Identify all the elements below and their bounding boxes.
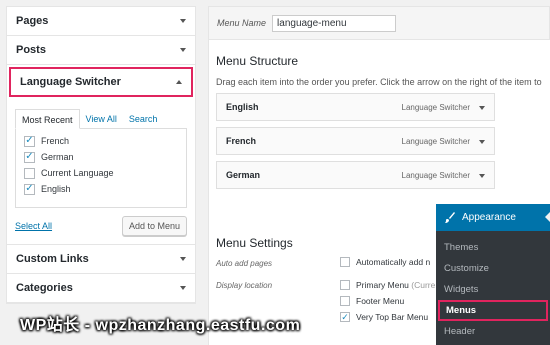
language-actions: Select All Add to Menu bbox=[15, 216, 187, 236]
auto-add-text: Automatically add n bbox=[356, 257, 431, 267]
chevron-up-icon bbox=[176, 80, 182, 84]
accordion-categories[interactable]: Categories bbox=[7, 274, 195, 303]
watermark: WP站长 - wpzhanzhang.eastfu.com bbox=[20, 317, 301, 334]
checkbox-current-language[interactable] bbox=[24, 167, 35, 179]
menu-item-type: Language Switcher bbox=[401, 170, 471, 180]
menu-item-type: Language Switcher bbox=[401, 102, 471, 112]
item-label: French bbox=[41, 136, 70, 146]
accordion-language-switcher-title: Language Switcher bbox=[20, 76, 121, 88]
accordion-pages-title: Pages bbox=[16, 15, 49, 27]
admin-item-themes[interactable]: Themes bbox=[436, 237, 550, 258]
add-to-menu-button[interactable]: Add to Menu bbox=[121, 216, 187, 236]
location-label: Primary Menu bbox=[356, 280, 409, 290]
checkbox-very-top-bar-menu[interactable]: ✓ bbox=[340, 312, 350, 322]
auto-add-label: Auto add pages bbox=[216, 259, 273, 268]
accordion-posts[interactable]: Posts bbox=[7, 36, 195, 65]
accordion-custom-links[interactable]: Custom Links bbox=[7, 245, 195, 274]
chevron-down-icon bbox=[180, 48, 186, 52]
select-all-link[interactable]: Select All bbox=[15, 221, 52, 231]
admin-item-widgets[interactable]: Widgets bbox=[436, 279, 550, 300]
admin-item-menus[interactable]: Menus bbox=[438, 300, 548, 321]
language-switcher-content: Most Recent View All Search ✓ French ✓ G… bbox=[7, 97, 195, 245]
checkbox-primary-menu[interactable] bbox=[340, 280, 350, 290]
location-note: (Curre bbox=[411, 280, 436, 290]
accordion: Pages Posts Language Switcher Most Recen… bbox=[6, 6, 196, 304]
accordion-categories-title: Categories bbox=[16, 282, 73, 294]
chevron-down-icon bbox=[180, 286, 186, 290]
menu-settings-title: Menu Settings bbox=[216, 236, 293, 250]
menu-item-title: German bbox=[226, 170, 261, 180]
accordion-pages[interactable]: Pages bbox=[7, 7, 195, 36]
accordion-posts-title: Posts bbox=[16, 44, 46, 56]
chevron-down-icon[interactable] bbox=[479, 106, 485, 110]
menu-item-english[interactable]: English Language Switcher bbox=[216, 93, 495, 121]
item-label: English bbox=[41, 184, 71, 194]
location-primary: Primary Menu (Curre bbox=[340, 280, 435, 290]
menu-item-german[interactable]: German Language Switcher bbox=[216, 161, 495, 189]
checkbox-french[interactable]: ✓ bbox=[24, 135, 35, 147]
admin-sidebar: Appearance Themes Customize Widgets Menu… bbox=[436, 204, 550, 345]
list-item: ✓ German bbox=[24, 149, 178, 165]
item-label: Current Language bbox=[41, 168, 114, 178]
checkbox-english[interactable]: ✓ bbox=[24, 183, 35, 195]
menu-structure-title: Menu Structure bbox=[216, 54, 299, 68]
accordion-language-switcher[interactable]: Language Switcher bbox=[9, 67, 193, 97]
language-list: ✓ French ✓ German Current Language ✓ Eng… bbox=[15, 128, 187, 208]
tab-most-recent[interactable]: Most Recent bbox=[15, 109, 80, 129]
list-item: ✓ French bbox=[24, 133, 178, 149]
auto-add-option: Automatically add n bbox=[340, 257, 430, 267]
add-menu-items-panel: Pages Posts Language Switcher Most Recen… bbox=[6, 6, 196, 304]
drag-instructions: Drag each item into the order you prefer… bbox=[216, 77, 542, 87]
checkbox-footer-menu[interactable] bbox=[340, 296, 350, 306]
admin-menu-appearance-label: Appearance bbox=[462, 212, 516, 223]
location-label: Footer Menu bbox=[356, 296, 405, 306]
admin-item-customize[interactable]: Customize bbox=[436, 258, 550, 279]
admin-submenu: Themes Customize Widgets Menus Header bbox=[436, 231, 550, 345]
display-location-label: Display location bbox=[216, 281, 273, 290]
paintbrush-icon bbox=[445, 211, 455, 223]
menu-name-input[interactable]: language-menu bbox=[272, 14, 397, 32]
accordion-custom-links-title: Custom Links bbox=[16, 253, 89, 265]
menu-item-type: Language Switcher bbox=[401, 136, 471, 146]
tab-view-all[interactable]: View All bbox=[80, 109, 123, 129]
checkbox-auto-add[interactable] bbox=[340, 257, 350, 267]
chevron-down-icon bbox=[180, 19, 186, 23]
checkbox-german[interactable]: ✓ bbox=[24, 151, 35, 163]
menu-name-label: Menu Name bbox=[217, 18, 267, 28]
location-footer: Footer Menu bbox=[340, 296, 404, 306]
language-tabs: Most Recent View All Search bbox=[15, 109, 187, 129]
admin-menu-appearance[interactable]: Appearance bbox=[436, 204, 550, 231]
list-item: Current Language bbox=[24, 165, 178, 181]
location-label: Very Top Bar Menu bbox=[356, 312, 429, 322]
menu-item-title: English bbox=[226, 102, 259, 112]
menu-item-french[interactable]: French Language Switcher bbox=[216, 127, 495, 155]
chevron-down-icon bbox=[180, 257, 186, 261]
chevron-down-icon[interactable] bbox=[479, 174, 485, 178]
tab-search[interactable]: Search bbox=[123, 109, 164, 129]
location-very-top-bar: ✓ Very Top Bar Menu bbox=[340, 312, 428, 322]
menu-item-title: French bbox=[226, 136, 257, 146]
chevron-down-icon[interactable] bbox=[479, 140, 485, 144]
item-label: German bbox=[41, 152, 74, 162]
menu-name-bar: Menu Name language-menu bbox=[208, 6, 550, 40]
admin-item-header[interactable]: Header bbox=[436, 321, 550, 342]
list-item: ✓ English bbox=[24, 181, 178, 197]
